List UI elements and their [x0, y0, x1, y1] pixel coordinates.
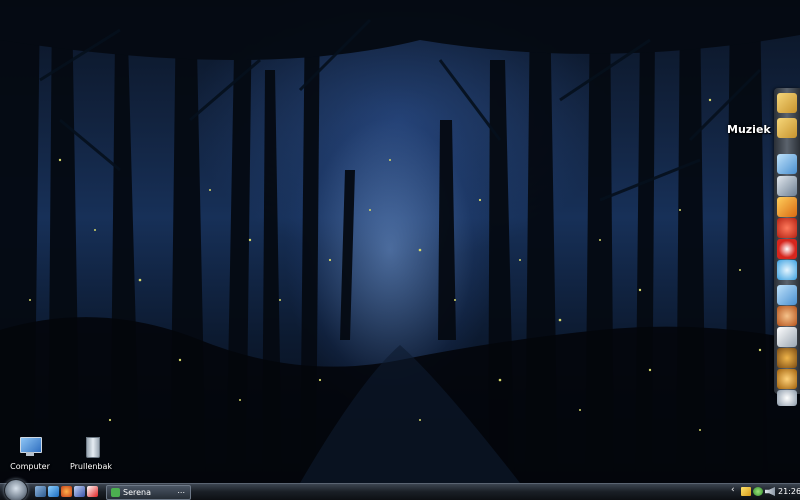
ie-icon[interactable]: [48, 486, 59, 497]
taskbar-button-label: Serena: [123, 488, 152, 497]
taskbar-button-serena[interactable]: Serena ...: [106, 485, 191, 500]
folder-icon[interactable]: [777, 285, 797, 305]
folder-icon[interactable]: [777, 154, 797, 174]
browser-icon[interactable]: [777, 239, 797, 259]
fireflies-overlay: [29, 98, 762, 431]
folder-icon[interactable]: [777, 118, 797, 138]
desktop-icon-label: Prullenbak: [69, 462, 113, 471]
app-icon[interactable]: [87, 486, 98, 497]
recycle-bin-icon: [78, 437, 104, 459]
side-dock: [774, 88, 800, 406]
dock-hover-label: Muziek: [727, 123, 771, 136]
people-icon[interactable]: [753, 487, 763, 496]
tools-icon[interactable]: [777, 176, 797, 196]
disc-icon[interactable]: [777, 390, 797, 406]
unreal-icon[interactable]: [777, 348, 797, 368]
computer-icon: [17, 437, 43, 459]
app-icon: [111, 488, 120, 497]
flash-icon[interactable]: [777, 197, 797, 217]
chevron-icon[interactable]: ‹: [731, 485, 741, 495]
desktop-wallpaper: [0, 0, 800, 483]
start-button[interactable]: [4, 479, 28, 500]
messenger-icon[interactable]: [777, 260, 797, 280]
network-icon[interactable]: [741, 487, 751, 496]
show-desktop-icon[interactable]: [35, 486, 46, 497]
music-folder-icon[interactable]: [777, 93, 797, 113]
tf2-icon[interactable]: [777, 306, 797, 326]
firefox-icon[interactable]: [61, 486, 72, 497]
taskbar-button-dots: ...: [177, 486, 185, 495]
desktop-icon-label: Computer: [10, 462, 50, 471]
taskbar-clock[interactable]: 21:26: [778, 487, 800, 496]
steam-icon[interactable]: [777, 327, 797, 347]
media-icon[interactable]: [74, 486, 85, 497]
badge-icon[interactable]: [777, 369, 797, 389]
desktop-icon-computer[interactable]: Computer: [0, 437, 60, 471]
desktop-icon-recycle-bin[interactable]: Prullenbak: [61, 437, 121, 471]
ccleaner-icon[interactable]: [777, 218, 797, 238]
